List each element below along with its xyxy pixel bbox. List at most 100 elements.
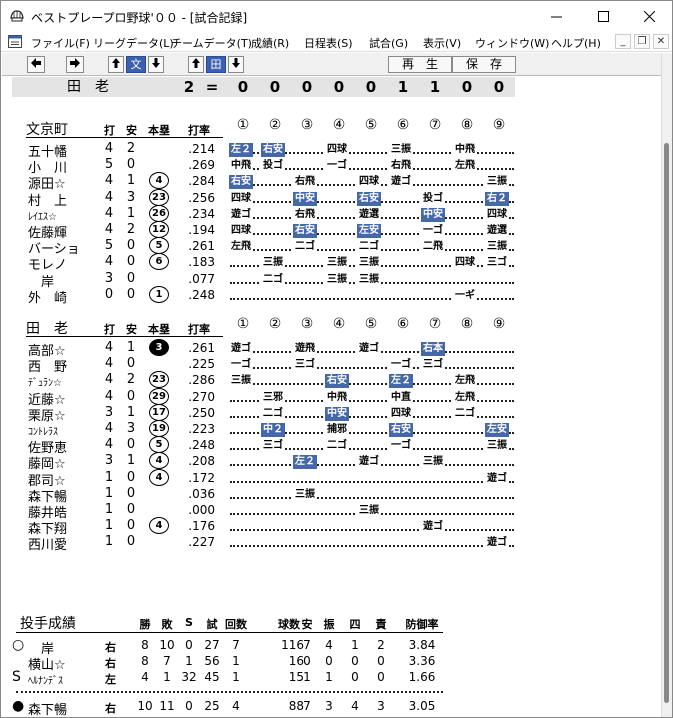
menu-view[interactable]: 表示(V) [423, 35, 461, 51]
pitcher-stat-防御率: 1.66 [408, 670, 436, 684]
batter-average: .176 [188, 519, 215, 534]
batter-hits: 3 [126, 189, 136, 205]
document-icon[interactable] [8, 35, 22, 48]
batter-home-runs: 26 [149, 204, 169, 222]
score-inning-7: 1 [429, 78, 441, 96]
minimize-button[interactable] [533, 1, 579, 32]
menu-bar: ファイル(F) リーグデータ(L) チームデータ(T) 成績(R) 日程表(S)… [1, 32, 672, 52]
maximize-button[interactable] [580, 1, 626, 32]
mdi-restore-icon[interactable]: ❐ [634, 34, 650, 49]
pitching-title: 投手成績 [20, 616, 76, 632]
pitching-group-separator [16, 691, 443, 693]
pitcher-decision-mark: S [12, 669, 21, 685]
at-bat-result-inning-5: 三振 [357, 256, 381, 271]
taro-team-button[interactable]: 田 [206, 56, 226, 73]
menu-stats[interactable]: 成績(R) [251, 35, 289, 51]
score-inning-2: 0 [269, 78, 281, 96]
batter-at-bats: 1 [104, 469, 114, 485]
inning-header-5: ⑤ [364, 117, 378, 133]
at-bat-result-inning-6: 四球 [389, 406, 413, 421]
menu-help[interactable]: ヘルプ(H) [551, 35, 601, 51]
menu-schedule[interactable]: 日程表(S) [304, 35, 353, 51]
pitcher-stat-責: 2 [377, 638, 385, 652]
down-arrow-icon[interactable] [148, 56, 164, 73]
at-bat-result-inning-5: 三振 [357, 504, 381, 518]
batter-average: .248 [188, 287, 215, 302]
up-arrow-icon[interactable] [108, 56, 124, 73]
at-bat-result-inning-5: 三振 [357, 272, 381, 287]
score-inning-6: 1 [397, 78, 409, 96]
batter-average: .284 [188, 174, 215, 189]
at-bat-result-inning-6: 三振 [389, 143, 413, 157]
pitcher-stat-敗: 11 [159, 699, 175, 713]
batter-at-bats: 4 [104, 372, 114, 388]
pitcher-stat-責: 0 [377, 670, 385, 684]
batter-home-runs: 4 [149, 172, 169, 190]
pitcher-name: 横山☆ [28, 658, 66, 673]
at-bat-result-inning-2: 投ゴ [261, 159, 285, 174]
play-button[interactable]: 再 生 [388, 56, 452, 73]
menu-league-data[interactable]: リーグデータ(L) [93, 35, 174, 51]
batter-average: .250 [188, 405, 215, 420]
batter-hits: 0 [126, 270, 136, 286]
mdi-close-icon[interactable]: ✕ [653, 34, 669, 49]
menu-file[interactable]: ファイル(F) [31, 35, 90, 51]
maximize-icon [597, 11, 609, 22]
result-dotted-line [230, 545, 514, 548]
at-bat-result-inning-9: 三ゴ [485, 256, 509, 271]
vertical-scrollbar[interactable] [661, 53, 672, 717]
pitching-header-underline [16, 632, 443, 633]
score-inning-9: 0 [493, 78, 505, 96]
batter-name: 西川愛 [28, 538, 68, 554]
up-arrow-icon[interactable] [188, 56, 204, 73]
pitcher-stat-安: 0 [303, 654, 311, 668]
batter-home-runs: 4 [149, 517, 169, 535]
pitcher-stat-振: 0 [325, 654, 333, 668]
batter-hits: 0 [126, 502, 136, 517]
baseball-cap-icon [10, 10, 24, 22]
at-bat-result-inning-9: 三振 [485, 175, 509, 190]
menu-game[interactable]: 試合(G) [369, 35, 408, 51]
at-bat-result-inning-9: 右２ [485, 191, 509, 206]
batter-home-runs: 29 [149, 387, 169, 405]
header-average: 打率 [188, 323, 210, 336]
pitcher-stat-振: 1 [325, 670, 333, 684]
at-bat-result-inning-1: 四球 [229, 191, 253, 206]
scrollbar-thumb[interactable] [664, 143, 669, 703]
batter-at-bats: 4 [104, 205, 114, 221]
batter-hits: 1 [126, 173, 136, 189]
at-bat-result-inning-4: 中飛 [325, 390, 349, 405]
score-team-name: 田 老 [67, 79, 109, 95]
bunkyo-team-button[interactable]: 文 [126, 56, 146, 73]
next-arrow-icon[interactable] [66, 56, 84, 73]
menu-team-data[interactable]: チームデータ(T) [171, 35, 252, 51]
down-arrow-icon[interactable] [228, 56, 244, 73]
mdi-minimize-icon[interactable]: _ [615, 34, 631, 49]
pitcher-stat-勝: 8 [141, 654, 149, 668]
batter-name: ﾚｲｴｽ☆ [28, 211, 57, 223]
at-bat-result-inning-9: 遊ゴ [485, 471, 509, 486]
batter-at-bats: 4 [104, 254, 114, 270]
at-bat-result-inning-4: 三振 [325, 272, 349, 287]
batter-name: 西 野 [28, 360, 68, 376]
menu-window[interactable]: ウィンドウ(W) [475, 35, 549, 51]
batter-name: 村 上 [28, 193, 68, 209]
at-bat-result-inning-8: 四球 [453, 256, 477, 271]
score-inning-8: 0 [461, 78, 473, 96]
at-bat-result-inning-6: 右飛 [389, 159, 413, 174]
close-button[interactable] [626, 1, 672, 32]
pitcher-stat-責: 0 [377, 654, 385, 668]
at-bat-result-inning-6: 左２ [389, 374, 413, 389]
prev-arrow-icon[interactable] [27, 56, 45, 73]
score-line: 田 老 2 = 0 0 0 0 0 1 1 0 0 [12, 77, 515, 97]
at-bat-result-inning-8: 一ギ [453, 288, 477, 303]
at-bat-result-inning-7: 中安 [421, 207, 445, 222]
batter-at-bats: 4 [104, 421, 114, 436]
at-bat-result-inning-9: 遊ゴ [485, 536, 509, 551]
pitcher-stat-回数: 1 [232, 654, 240, 668]
at-bat-result-inning-1: 遊ゴ [229, 342, 253, 356]
save-button[interactable]: 保 存 [452, 56, 516, 73]
pitcher-hand: 右 [105, 641, 116, 654]
at-bat-result-inning-3: 三ゴ [293, 358, 317, 373]
batter-home-runs: 4 [149, 452, 169, 470]
